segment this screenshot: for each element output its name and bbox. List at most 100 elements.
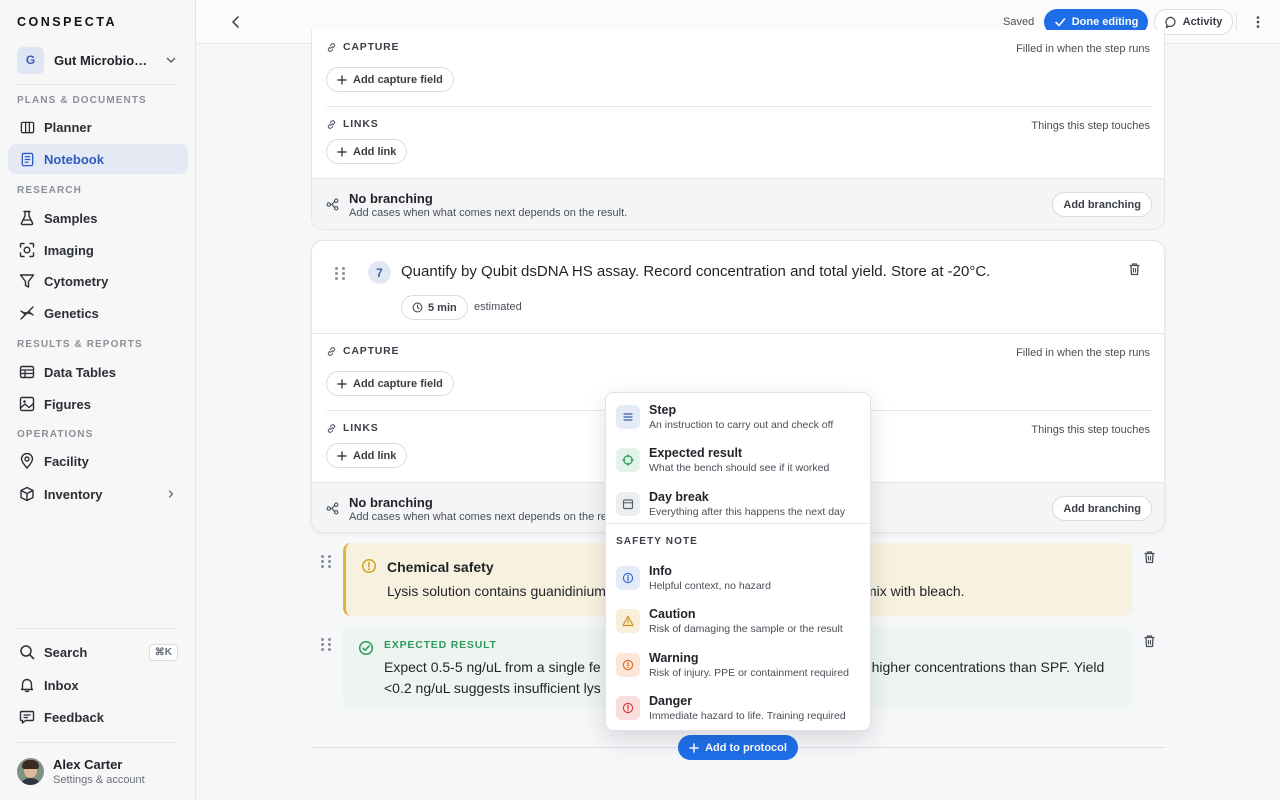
add-block-menu: Step An instruction to carry out and che…	[605, 392, 871, 731]
sidebar-item-inbox[interactable]: Inbox	[8, 670, 188, 700]
menu-item-info[interactable]: Info Helpful context, no hazard	[606, 556, 870, 598]
branch-icon	[326, 198, 339, 211]
duration-pill[interactable]: 5 min	[401, 295, 468, 320]
sidebar-item-label: Imaging	[44, 242, 94, 258]
link-icon	[326, 346, 337, 357]
menu-item-subtitle: Immediate hazard to life. Training requi…	[649, 710, 846, 722]
menu-item-title: Expected result	[649, 446, 743, 460]
sidebar-item-planner[interactable]: Planner	[8, 112, 188, 142]
plus-icon	[337, 146, 347, 157]
add-branching-button[interactable]: Add branching	[1052, 192, 1152, 217]
menu-item-subtitle: What the bench should see if it worked	[649, 462, 830, 474]
sidebar-item-facility[interactable]: Facility	[8, 446, 188, 476]
links-section-label: LINKS	[326, 118, 379, 130]
more-options-button[interactable]	[1250, 12, 1266, 32]
divider	[606, 523, 870, 524]
menu-item-title: Step	[649, 403, 677, 417]
workspace-name: Gut Microbiome Study	[54, 52, 154, 68]
brand-logo: CONSPECTA	[17, 15, 118, 29]
menu-item-step[interactable]: Step An instruction to carry out and che…	[606, 395, 870, 437]
divider	[326, 106, 1152, 107]
menu-item-title: Warning	[649, 651, 699, 665]
trash-icon[interactable]	[1128, 262, 1142, 276]
done-editing-label: Done editing	[1071, 16, 1139, 28]
add-capture-field-button[interactable]: Add capture field	[326, 67, 454, 92]
callout-label: EXPECTED RESULT	[384, 639, 497, 651]
sidebar-item-imaging[interactable]: Imaging	[8, 235, 188, 265]
divider	[1236, 13, 1237, 31]
sidebar-item-label: Planner	[44, 119, 92, 135]
sidebar-item-notebook[interactable]: Notebook	[8, 144, 188, 174]
bell-icon	[18, 676, 36, 694]
sidebar-item-label: Samples	[44, 210, 98, 226]
trash-icon[interactable]	[1143, 550, 1157, 564]
sidebar-item-cytometry[interactable]: Cytometry	[8, 266, 188, 296]
sidebar-item-label: Data Tables	[44, 364, 117, 380]
activity-button[interactable]: Activity	[1154, 9, 1233, 35]
link-icon	[326, 42, 337, 53]
chat-icon	[18, 708, 36, 726]
add-link-button[interactable]: Add link	[326, 139, 408, 164]
duration-estimated-label: estimated	[474, 301, 522, 313]
menu-item-caution[interactable]: Caution Risk of damaging the sample or t…	[606, 599, 870, 641]
drag-handle-icon[interactable]	[321, 638, 333, 652]
drag-handle-icon[interactable]	[321, 555, 333, 569]
caution-icon	[616, 609, 640, 633]
capture-section-label: CAPTURE	[326, 41, 399, 53]
flask-icon	[18, 209, 36, 227]
menu-item-subtitle: Helpful context, no hazard	[649, 580, 771, 592]
add-branching-button[interactable]: Add branching	[1052, 496, 1152, 521]
menu-item-title: Info	[649, 564, 672, 578]
image-icon	[18, 395, 36, 413]
list-icon	[616, 405, 640, 429]
plus-icon	[337, 74, 347, 85]
add-to-protocol-button[interactable]: Add to protocol	[678, 735, 798, 760]
keyboard-shortcut: ⌘K	[148, 643, 178, 661]
sidebar-item-figures[interactable]: Figures	[8, 389, 188, 419]
user-settings-link: Settings & account	[53, 774, 145, 786]
divider	[17, 84, 178, 85]
back-button[interactable]	[226, 12, 246, 32]
step-instruction[interactable]: Quantify by Qubit dsDNA HS assay. Record…	[401, 263, 990, 280]
sidebar-item-search[interactable]: Search ⌘K	[8, 637, 188, 667]
add-capture-field-button[interactable]: Add capture field	[326, 371, 454, 396]
links-hint: Things this step touches	[1031, 424, 1150, 436]
columns-icon	[18, 118, 36, 136]
sidebar-item-label: Inbox	[44, 677, 79, 693]
search-icon	[18, 643, 36, 661]
clock-icon	[412, 302, 423, 313]
target-icon	[616, 448, 640, 472]
protocol-step-card: CAPTURE Filled in when the step runs Add…	[311, 30, 1165, 230]
sidebar-item-feedback[interactable]: Feedback	[8, 702, 188, 732]
capture-section-label: CAPTURE	[326, 345, 399, 357]
sidebar-item-label: Figures	[44, 396, 91, 412]
user-account[interactable]: Alex Carter Settings & account	[17, 757, 145, 786]
trash-icon[interactable]	[1143, 634, 1157, 648]
chat-bubble-icon	[1165, 16, 1178, 29]
branching-title: No branching	[349, 191, 433, 206]
menu-item-day-break[interactable]: Day break Everything after this happens …	[606, 482, 870, 524]
menu-item-subtitle: Risk of damaging the sample or the resul…	[649, 623, 843, 635]
sidebar-item-inventory[interactable]: Inventory	[8, 479, 188, 509]
workspace-switcher[interactable]: G Gut Microbiome Study	[17, 46, 179, 74]
section-research: RESEARCH	[17, 185, 82, 196]
sidebar-item-samples[interactable]: Samples	[8, 203, 188, 233]
sidebar-item-data-tables[interactable]: Data Tables	[8, 357, 188, 387]
save-status: Saved	[1003, 16, 1035, 28]
activity-label: Activity	[1182, 16, 1223, 28]
danger-icon	[616, 696, 640, 720]
links-section-label: LINKS	[326, 422, 379, 434]
add-link-button[interactable]: Add link	[326, 443, 408, 468]
menu-item-expected-result[interactable]: Expected result What the bench should se…	[606, 438, 870, 480]
step-number: 7	[368, 261, 391, 284]
menu-item-warning[interactable]: Warning Risk of injury. PPE or containme…	[606, 643, 870, 685]
image-scan-icon	[18, 241, 36, 259]
user-name: Alex Carter	[53, 757, 123, 772]
menu-item-title: Danger	[649, 694, 693, 708]
drag-handle-icon[interactable]	[335, 267, 347, 281]
info-icon	[616, 566, 640, 590]
menu-item-danger[interactable]: Danger Immediate hazard to life. Trainin…	[606, 686, 870, 728]
sidebar-item-label: Genetics	[44, 305, 99, 321]
sidebar: CONSPECTA G Gut Microbiome Study PLANS &…	[0, 0, 196, 800]
sidebar-item-genetics[interactable]: Genetics	[8, 298, 188, 328]
